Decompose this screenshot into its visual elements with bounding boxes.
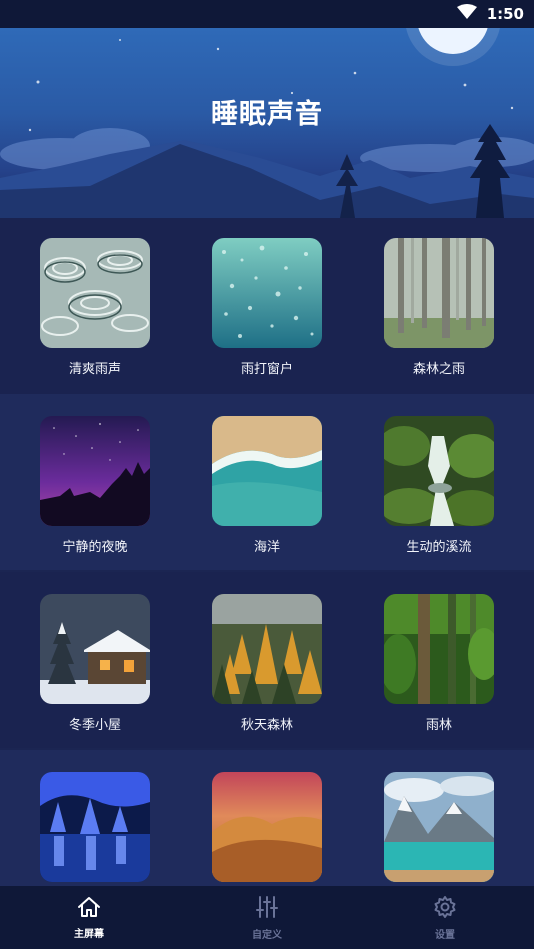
sound-label: 冬季小屋 bbox=[68, 718, 121, 733]
sound-tile-window[interactable]: 雨打窗户 bbox=[212, 238, 322, 377]
desert-dunes-image bbox=[212, 772, 322, 882]
sliders-icon bbox=[255, 895, 279, 923]
wifi-icon bbox=[456, 4, 477, 24]
winter-cabin-image bbox=[40, 594, 150, 704]
sound-tile-cabin[interactable]: 冬季小屋 bbox=[40, 594, 150, 733]
sound-label: 雨打窗户 bbox=[240, 362, 293, 377]
sound-grid: 清爽雨声 雨打窗户 森林之雨 宁静的夜晚 海洋 生动的溪流 冬季小屋 秋天森林 … bbox=[0, 218, 534, 886]
autumn-forest-image bbox=[212, 594, 322, 704]
starry-night-image bbox=[40, 416, 150, 526]
ocean-beach-image bbox=[212, 416, 322, 526]
status-bar: 1:50 bbox=[0, 0, 534, 28]
mountain-lake-image bbox=[384, 772, 494, 882]
forest-stream-image bbox=[384, 416, 494, 526]
sound-tile-rainforest[interactable]: 雨林 bbox=[384, 594, 494, 733]
rainforest-image bbox=[384, 594, 494, 704]
sound-label: 雨林 bbox=[425, 718, 452, 733]
sound-label: 海洋 bbox=[253, 540, 280, 555]
sound-label: 清爽雨声 bbox=[68, 362, 121, 377]
rain-ripples-image bbox=[40, 238, 150, 348]
nav-label: 设置 bbox=[435, 929, 455, 941]
nav-label: 自定义 bbox=[252, 929, 282, 941]
sound-label: 宁静的夜晚 bbox=[62, 540, 128, 555]
nav-label: 主屏幕 bbox=[74, 928, 104, 940]
bottom-nav: 主屏幕 自定义 设置 bbox=[0, 886, 534, 949]
nav-settings[interactable]: 设置 bbox=[356, 886, 534, 949]
status-time: 1:50 bbox=[486, 5, 524, 23]
rain-window-image bbox=[212, 238, 322, 348]
sound-tile-stream[interactable]: 生动的溪流 bbox=[384, 416, 494, 555]
sound-tile-ocean[interactable]: 海洋 bbox=[212, 416, 322, 555]
sound-tile-lake[interactable] bbox=[384, 772, 494, 886]
nav-home[interactable]: 主屏幕 bbox=[0, 886, 178, 949]
sound-tile-desert[interactable] bbox=[212, 772, 322, 886]
app-title: 睡眠声音 bbox=[211, 99, 323, 130]
sound-label: 森林之雨 bbox=[412, 362, 465, 377]
sound-tile-night[interactable]: 宁静的夜晚 bbox=[40, 416, 150, 555]
sound-tile-forest-rain[interactable]: 森林之雨 bbox=[384, 238, 494, 377]
sound-label: 秋天森林 bbox=[240, 718, 293, 733]
nav-customize[interactable]: 自定义 bbox=[178, 886, 356, 949]
foggy-forest-image bbox=[384, 238, 494, 348]
gear-icon bbox=[433, 895, 457, 923]
sound-tile-cave[interactable] bbox=[40, 772, 150, 886]
sound-tile-autumn[interactable]: 秋天森林 bbox=[212, 594, 322, 733]
sound-tile-rain[interactable]: 清爽雨声 bbox=[40, 238, 150, 377]
blue-cave-image bbox=[40, 772, 150, 882]
header-banner: 睡眠声音 bbox=[0, 28, 534, 218]
sound-label: 生动的溪流 bbox=[406, 540, 472, 555]
home-icon bbox=[77, 896, 101, 922]
